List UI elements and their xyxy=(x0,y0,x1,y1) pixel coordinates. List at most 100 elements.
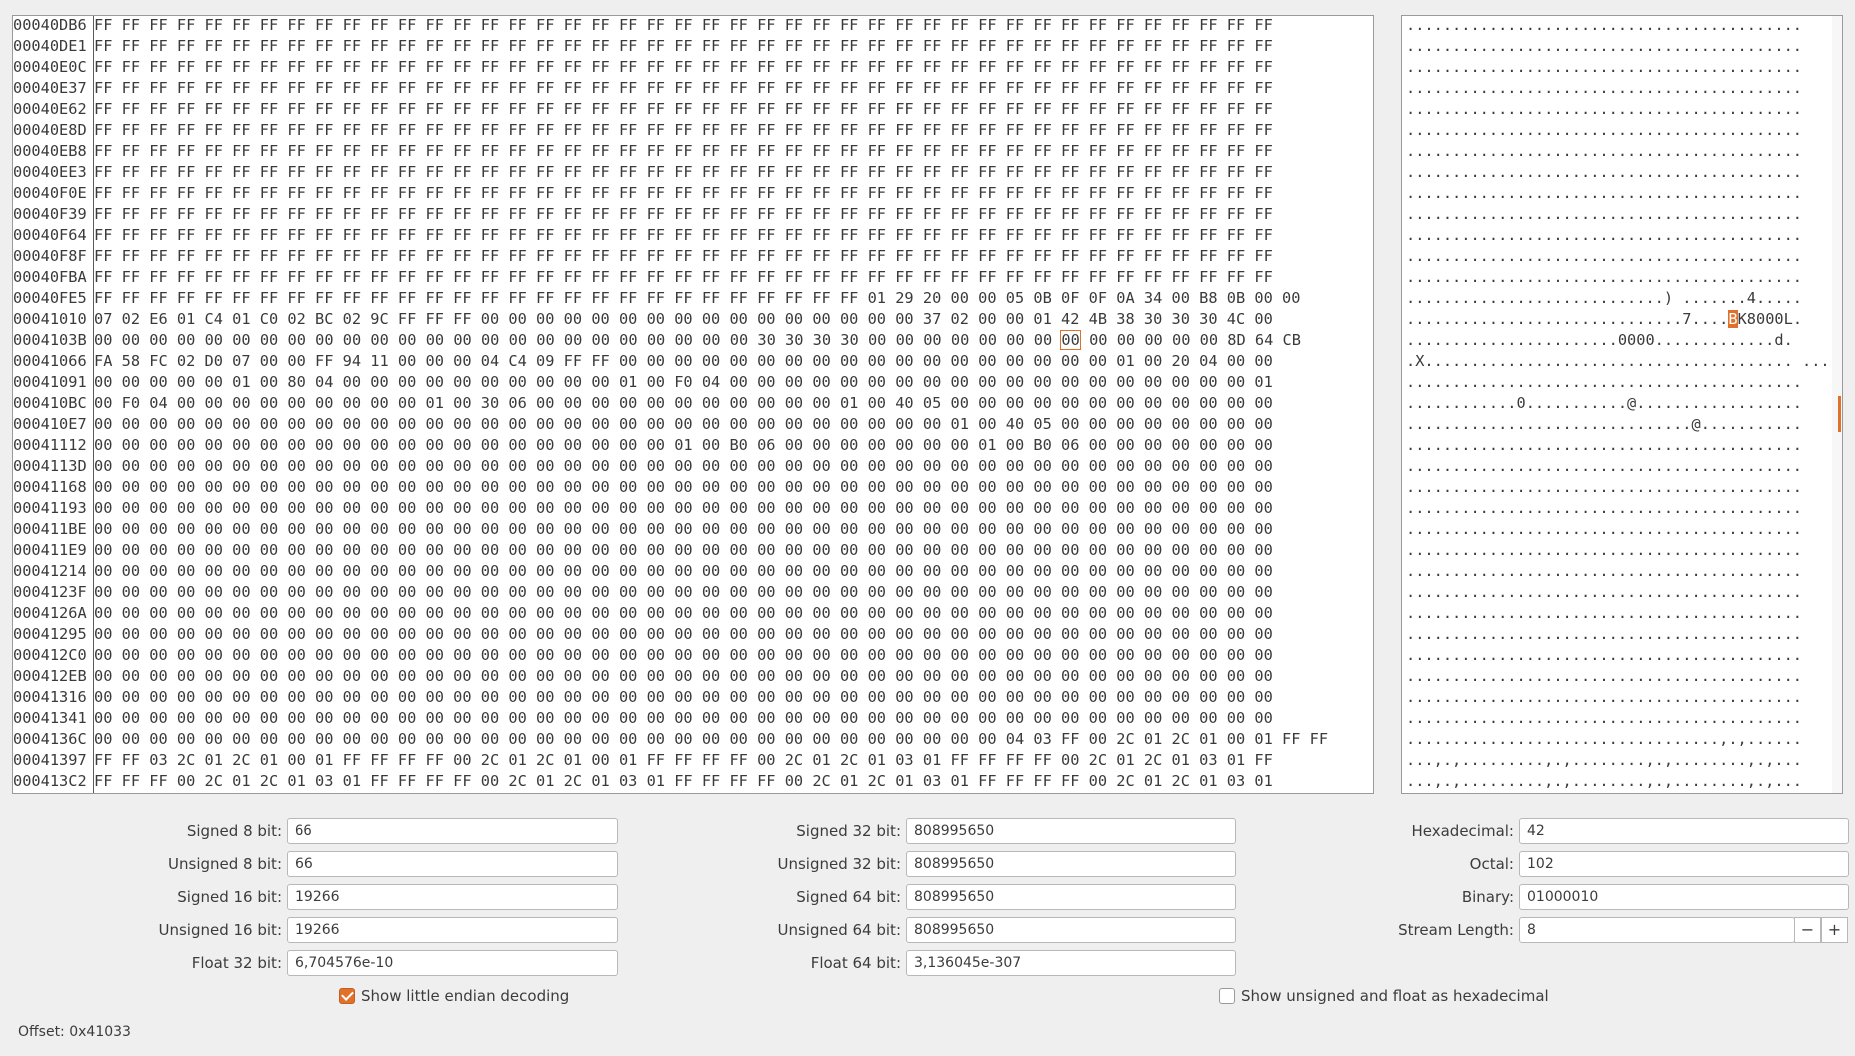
hex-row[interactable]: 00041112 00 00 00 00 00 00 00 00 00 00 00… xyxy=(13,435,1373,456)
row-bytes[interactable]: 00 00 00 00 00 00 00 00 00 00 00 00 00 0… xyxy=(94,666,1273,687)
stream-length-input[interactable]: 8 xyxy=(1519,917,1795,943)
selected-byte[interactable]: 00 xyxy=(1060,330,1081,350)
signed-32-field[interactable]: 808995650 xyxy=(906,818,1236,844)
row-bytes[interactable]: FF FF FF FF FF FF FF FF FF FF FF FF FF F… xyxy=(94,162,1273,183)
little-endian-checkbox[interactable] xyxy=(339,988,355,1004)
ascii-row[interactable]: ........................................… xyxy=(1406,120,1802,141)
row-bytes[interactable]: 00 00 00 00 00 00 00 00 00 00 00 00 00 0… xyxy=(94,414,1273,435)
hex-row[interactable]: 00041010 07 02 E6 01 C4 01 C0 02 BC 02 9C… xyxy=(13,309,1373,330)
hex-row[interactable]: 00040DB6 FF FF FF FF FF FF FF FF FF FF FF… xyxy=(13,16,1373,36)
signed-8-field[interactable]: 66 xyxy=(287,818,618,844)
ascii-row[interactable]: ........................................… xyxy=(1406,78,1802,99)
hex-row[interactable]: 0004136C 00 00 00 00 00 00 00 00 00 00 00… xyxy=(13,729,1373,750)
hex-row[interactable]: 00040DE1 FF FF FF FF FF FF FF FF FF FF FF… xyxy=(13,36,1373,57)
hex-unsigned-float-checkbox[interactable] xyxy=(1219,988,1235,1004)
ascii-row[interactable]: ........................................… xyxy=(1406,372,1802,393)
ascii-row[interactable]: ...............................@........… xyxy=(1406,414,1802,435)
row-bytes[interactable]: 00 F0 04 00 00 00 00 00 00 00 00 00 01 0… xyxy=(94,393,1273,414)
ascii-row[interactable]: ........................................… xyxy=(1406,141,1802,162)
row-bytes[interactable]: FA 58 FC 02 D0 07 00 00 FF 94 11 00 00 0… xyxy=(94,351,1273,372)
ascii-row[interactable]: ........................................… xyxy=(1406,246,1802,267)
unsigned-64-field[interactable]: 808995650 xyxy=(906,917,1236,943)
hex-row[interactable]: 000412EB 00 00 00 00 00 00 00 00 00 00 00… xyxy=(13,666,1373,687)
ascii-row[interactable]: ........................................… xyxy=(1406,582,1802,603)
row-bytes[interactable]: FF FF FF FF FF FF FF FF FF FF FF FF FF F… xyxy=(94,99,1273,120)
row-bytes[interactable]: 00 00 00 00 00 00 00 00 00 00 00 00 00 0… xyxy=(94,561,1273,582)
ascii-row[interactable]: ........................................… xyxy=(1406,36,1802,57)
hex-row[interactable]: 00041397 FF FF 03 2C 01 2C 01 00 01 FF FF… xyxy=(13,750,1373,771)
ascii-row[interactable]: ............0...........@...............… xyxy=(1406,393,1802,414)
ascii-row[interactable]: ........................................… xyxy=(1406,687,1802,708)
row-bytes[interactable]: 00 00 00 00 00 00 00 00 00 00 00 00 00 0… xyxy=(94,435,1273,456)
ascii-row[interactable]: ........................................… xyxy=(1406,540,1802,561)
ascii-row[interactable]: ........................................… xyxy=(1406,57,1802,78)
hex-row[interactable]: 00040F64 FF FF FF FF FF FF FF FF FF FF FF… xyxy=(13,225,1373,246)
row-bytes[interactable]: 00 00 00 00 00 00 00 00 00 00 00 00 00 0… xyxy=(94,687,1273,708)
row-bytes[interactable]: 00 00 00 00 00 00 00 00 00 00 00 00 00 0… xyxy=(94,729,1328,750)
ascii-view[interactable]: ........................................… xyxy=(1401,15,1843,794)
hex-row[interactable]: 00040E8D FF FF FF FF FF FF FF FF FF FF FF… xyxy=(13,120,1373,141)
row-bytes[interactable]: 07 02 E6 01 C4 01 C0 02 BC 02 9C FF FF F… xyxy=(94,309,1273,330)
unsigned-16-field[interactable]: 19266 xyxy=(287,917,618,943)
row-bytes[interactable]: FF FF FF FF FF FF FF FF FF FF FF FF FF F… xyxy=(94,141,1273,162)
row-bytes[interactable]: FF FF FF FF FF FF FF FF FF FF FF FF FF F… xyxy=(94,246,1273,267)
row-bytes[interactable]: FF FF FF FF FF FF FF FF FF FF FF FF FF F… xyxy=(94,204,1273,225)
binary-field[interactable]: 01000010 xyxy=(1519,884,1849,910)
row-bytes[interactable]: 00 00 00 00 00 01 00 80 04 00 00 00 00 0… xyxy=(94,372,1273,393)
ascii-row[interactable]: ........................................… xyxy=(1406,435,1802,456)
ascii-row[interactable]: ........................................… xyxy=(1406,267,1802,288)
hex-row[interactable]: 00041193 00 00 00 00 00 00 00 00 00 00 00… xyxy=(13,498,1373,519)
ascii-row[interactable]: ..................................,.,...… xyxy=(1406,729,1802,750)
ascii-row[interactable]: ........................................… xyxy=(1406,16,1802,36)
ascii-row[interactable]: ........................................… xyxy=(1406,666,1802,687)
hex-row[interactable]: 00041168 00 00 00 00 00 00 00 00 00 00 00… xyxy=(13,477,1373,498)
hex-row[interactable]: 0004103B 00 00 00 00 00 00 00 00 00 00 00… xyxy=(13,330,1373,351)
hex-row[interactable]: 000410E7 00 00 00 00 00 00 00 00 00 00 00… xyxy=(13,414,1373,435)
row-bytes[interactable]: 00 00 00 00 00 00 00 00 00 00 00 00 00 0… xyxy=(94,519,1273,540)
float-64-field[interactable]: 3,136045e-307 xyxy=(906,950,1236,976)
hex-row[interactable]: 000412C0 00 00 00 00 00 00 00 00 00 00 00… xyxy=(13,645,1373,666)
ascii-row[interactable]: ............................) .......4..… xyxy=(1406,288,1802,309)
row-bytes[interactable]: 00 00 00 00 00 00 00 00 00 00 00 00 00 0… xyxy=(94,330,1301,351)
row-bytes[interactable]: FF FF FF FF FF FF FF FF FF FF FF FF FF F… xyxy=(94,120,1273,141)
row-bytes[interactable]: FF FF FF FF FF FF FF FF FF FF FF FF FF F… xyxy=(94,225,1273,246)
row-bytes[interactable]: FF FF FF FF FF FF FF FF FF FF FF FF FF F… xyxy=(94,183,1273,204)
hex-row[interactable]: 00041316 00 00 00 00 00 00 00 00 00 00 00… xyxy=(13,687,1373,708)
hex-row[interactable]: 00041066 FA 58 FC 02 D0 07 00 00 FF 94 11… xyxy=(13,351,1373,372)
row-bytes[interactable]: 00 00 00 00 00 00 00 00 00 00 00 00 00 0… xyxy=(94,708,1273,729)
row-bytes[interactable]: 00 00 00 00 00 00 00 00 00 00 00 00 00 0… xyxy=(94,624,1273,645)
hex-row[interactable]: 0004123F 00 00 00 00 00 00 00 00 00 00 00… xyxy=(13,582,1373,603)
hex-row[interactable]: 00041214 00 00 00 00 00 00 00 00 00 00 00… xyxy=(13,561,1373,582)
row-bytes[interactable]: 00 00 00 00 00 00 00 00 00 00 00 00 00 0… xyxy=(94,540,1273,561)
row-bytes[interactable]: 00 00 00 00 00 00 00 00 00 00 00 00 00 0… xyxy=(94,645,1273,666)
ascii-scrollbar-thumb[interactable] xyxy=(1838,396,1841,432)
ascii-row[interactable]: ...,.,.........,.,........,.,........,.,… xyxy=(1406,750,1802,771)
row-bytes[interactable]: FF FF FF FF FF FF FF FF FF FF FF FF FF F… xyxy=(94,288,1300,309)
ascii-row[interactable]: .X......................................… xyxy=(1406,351,1830,372)
hex-row[interactable]: 00040E0C FF FF FF FF FF FF FF FF FF FF FF… xyxy=(13,57,1373,78)
row-bytes[interactable]: FF FF 03 2C 01 2C 01 00 01 FF FF FF FF 0… xyxy=(94,750,1273,771)
stream-length-increment-button[interactable]: + xyxy=(1821,917,1848,943)
ascii-row[interactable]: ........................................… xyxy=(1406,624,1802,645)
hex-unsigned-float-checkbox-label[interactable]: Show unsigned and float as hexadecimal xyxy=(1241,986,1549,1006)
float-32-field[interactable]: 6,704576e-10 xyxy=(287,950,618,976)
stream-length-decrement-button[interactable]: − xyxy=(1794,917,1821,943)
row-bytes[interactable]: 00 00 00 00 00 00 00 00 00 00 00 00 00 0… xyxy=(94,456,1273,477)
ascii-row[interactable]: ........................................… xyxy=(1406,162,1802,183)
row-bytes[interactable]: FF FF FF FF FF FF FF FF FF FF FF FF FF F… xyxy=(94,36,1273,57)
hex-row[interactable]: 00041341 00 00 00 00 00 00 00 00 00 00 00… xyxy=(13,708,1373,729)
hex-row[interactable]: 000413C2 FF FF FF 00 2C 01 2C 01 03 01 FF… xyxy=(13,771,1373,792)
selected-char[interactable]: B xyxy=(1728,310,1738,328)
ascii-row[interactable]: ...,.,.........,.,........,.,........,.,… xyxy=(1406,771,1802,792)
row-bytes[interactable]: FF FF FF FF FF FF FF FF FF FF FF FF FF F… xyxy=(94,267,1273,288)
hex-view[interactable]: 00040DB6 FF FF FF FF FF FF FF FF FF FF FF… xyxy=(12,15,1374,794)
hex-row[interactable]: 0004126A 00 00 00 00 00 00 00 00 00 00 00… xyxy=(13,603,1373,624)
ascii-row[interactable]: ..............................7....BK800… xyxy=(1406,309,1802,330)
ascii-row[interactable]: ........................................… xyxy=(1406,477,1802,498)
row-bytes[interactable]: 00 00 00 00 00 00 00 00 00 00 00 00 00 0… xyxy=(94,498,1273,519)
hex-row[interactable]: 000411E9 00 00 00 00 00 00 00 00 00 00 00… xyxy=(13,540,1373,561)
row-bytes[interactable]: 00 00 00 00 00 00 00 00 00 00 00 00 00 0… xyxy=(94,477,1273,498)
hex-row[interactable]: 00040FBA FF FF FF FF FF FF FF FF FF FF FF… xyxy=(13,267,1373,288)
hex-row[interactable]: 000411BE 00 00 00 00 00 00 00 00 00 00 00… xyxy=(13,519,1373,540)
ascii-row[interactable]: ........................................… xyxy=(1406,645,1802,666)
